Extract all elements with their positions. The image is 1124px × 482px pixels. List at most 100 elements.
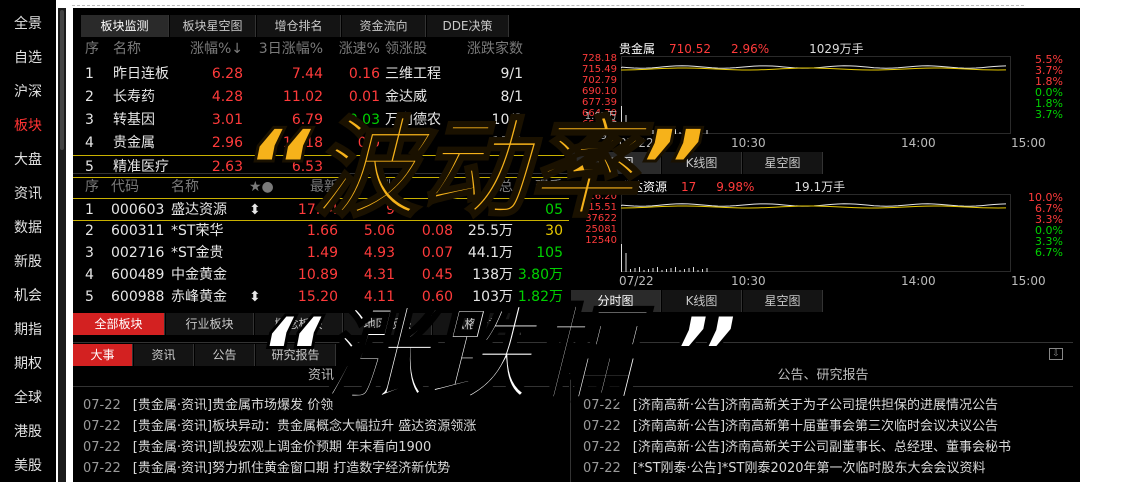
stock-header-cell[interactable]: ★● [249,176,279,199]
news-item[interactable]: 07-22 [贵金属·资讯]凯投宏观上调金价预期 年末看向1900 [83,438,565,458]
sector-header-cell[interactable]: 领涨股 [385,38,465,61]
expand-icon[interactable]: ⇩ [1049,348,1063,360]
tab-2[interactable]: 概念板块 [255,313,343,335]
tab-0[interactable]: 板块监测 [81,15,169,37]
tab-0[interactable]: 大事 [73,344,133,366]
sidebar-item[interactable]: 期权 [0,349,56,379]
stock-header-cell[interactable]: 总 [458,176,513,199]
sector-cell-speed: 0.01 [348,89,380,105]
tab-0[interactable]: 分时图 [571,290,661,312]
tab-3[interactable]: 资金流向 [342,15,426,37]
sector-header-cell[interactable]: 名称 [113,38,183,61]
tab-3[interactable]: 地区板块 [344,313,432,335]
sector-cell-updown: 10/2 [491,112,523,128]
y-label-left: 15.51 [588,202,617,213]
news-date: 07-22 [83,461,121,476]
sidebar-item[interactable]: 自选 [0,43,56,73]
sidebar-item[interactable]: 机会 [0,281,56,311]
volume-bar [702,131,703,134]
stock-header-cell[interactable] [403,176,453,199]
sector-row[interactable]: 3 转基因 3.01 6.79 -0.03 万向德农 10/2 [73,109,569,132]
volume-bar [675,267,676,272]
tab-1[interactable]: 板块星空图 [170,15,256,37]
tab-2[interactable]: 星空图 [743,290,823,312]
news-tab-strip: 大事 资讯 公告 研究报告 [73,344,1073,366]
stock-cell-speed: 0.45 [421,267,453,283]
stock-cell-speed: 0.60 [421,289,453,305]
tab-4[interactable]: 风格分类 [433,313,521,335]
sidebar-item[interactable]: 港股 [0,417,56,447]
stock-cell-vol: 19 [495,202,513,218]
stock-cell-hand: 30 [545,223,563,239]
stock-cell-price: 17.64 [297,202,338,218]
stock-row[interactable]: 4 600489 中金黄金 10.89 4.31 0.45 138万 3.80万 [73,264,569,287]
sidebar-item[interactable]: 沪深 [0,77,56,107]
sidebar-item[interactable]: 资讯 [0,179,56,209]
stock-cell-hand: 1.82万 [517,289,563,305]
volume-bar [670,130,672,134]
sidebar-item[interactable]: 数据 [0,213,56,243]
sector-cell-chg3: 6.79 [291,112,323,128]
sector-row[interactable]: 5 精准医疗 2.63 6.53 [73,155,569,178]
sector-cell-chg: 4.28 [211,89,243,105]
tab-0[interactable]: 分时图 [571,152,661,174]
x-label: 10:30 [731,274,766,288]
sector-header-cell[interactable]: 涨跌家数 [463,38,523,61]
stock-row[interactable]: 5 600988 赤峰黄金 ⬍ 15.20 4.11 0.60 103万 1.82万 [73,286,569,309]
tab-0[interactable]: 全部板块 [73,313,165,335]
tab-1[interactable]: 资讯 [134,344,194,366]
sidebar-item[interactable]: 全景 [0,9,56,39]
volume-bar [684,131,685,134]
sidebar-item[interactable]: 期指 [0,315,56,345]
news-item[interactable]: 07-22 [济南高新·公告]济南高新第十届董事会第三次临时会议决议公告 [583,417,1069,437]
sector-row[interactable]: 4 贵金属 2.96 10.18 0.0 15/0 [73,132,569,155]
stock-cell-flag: ⬍ [249,202,261,218]
volume-bar [675,129,676,134]
top-dashed-border [72,5,1024,6]
stock-cell-vol: 138万 [472,267,513,283]
stock-row[interactable]: 1 000603 盛达资源 ⬍ 17.64 9 19 05 [73,198,569,221]
sector-cell-no: 2 [85,89,94,105]
sector-header-cell[interactable]: 涨速% [335,38,380,61]
volume-bar [639,267,640,272]
stock-row[interactable]: 2 600311 *ST荣华 1.66 5.06 0.08 25.5万 30 [73,220,569,243]
sector-header-cell[interactable]: 3日涨幅% [258,38,323,61]
category-tab-strip: 全部板块 行业板块 概念板块 地区板块 风格分类 [73,313,569,335]
sidebar-item[interactable]: 大盘 [0,145,56,175]
stock-header-cell[interactable]: 现手 [513,176,563,199]
sidebar-item[interactable]: 板块 [0,111,56,141]
stock-header-cell[interactable]: 代码 [111,176,171,199]
stock-row[interactable]: 3 002716 *ST金贵 1.49 4.93 0.07 44.1万 105 [73,242,569,265]
tab-4[interactable]: DDE决策 [427,15,509,37]
stock-cell-name: *ST荣华 [171,223,224,239]
stock-header-cell[interactable]: 最新 [283,176,338,199]
sidebar-item[interactable]: 全球 [0,383,56,413]
news-item[interactable]: 07-22 [济南高新·公告]济南高新关于公司副董事长、总经理、董事会秘书 [583,438,1069,458]
stock-cell-no: 4 [85,267,94,283]
left-nav-scroll-thumb[interactable] [60,10,64,150]
news-item[interactable]: 07-22 [贵金属·资讯]板块异动：贵金属概念大幅拉升 盛达资源领涨 [83,417,565,437]
news-item[interactable]: 07-22 [贵金属·资讯]贵金属市场爆发 价领 [83,396,565,416]
sector-row[interactable]: 1 昨日连板 6.28 7.44 0.16 三维工程 9/1 [73,63,569,86]
tab-2[interactable]: 公告 [195,344,255,366]
stock-header-cell[interactable]: 序 [85,176,105,199]
tab-1[interactable]: 行业板块 [166,313,254,335]
sector-header-cell[interactable]: 涨幅%↓ [183,38,243,61]
volume-bar [657,129,658,134]
news-item[interactable]: 07-22 [贵金属·资讯]努力抓住黄金窗口期 打造数字经济新优势 [83,459,565,479]
stock-header-cell[interactable]: 名称 [171,176,246,199]
tab-1[interactable]: K线图 [662,152,742,174]
tab-1[interactable]: K线图 [662,290,742,312]
news-item[interactable]: 07-22 [济南高新·公告]济南高新关于为子公司提供担保的进展情况公告 [583,396,1069,416]
sidebar-item[interactable]: 美股 [0,451,56,481]
tab-2[interactable]: 增仓排名 [257,15,341,37]
sector-row[interactable]: 2 长寿药 4.28 11.02 0.01 金达威 8/1 [73,86,569,109]
stock-header-cell[interactable]: 涨 [345,176,395,199]
sector-header-cell[interactable]: 序 [85,38,105,61]
sidebar-item[interactable]: 新股 [0,247,56,277]
chart2-tab-strip: 分时图 K线图 星空图 [571,290,871,312]
tab-2[interactable]: 星空图 [743,152,823,174]
stock-cell-no: 3 [85,245,94,261]
news-item[interactable]: 07-22 [*ST刚泰·公告]*ST刚泰2020年第一次临时股东大会会议资料 [583,459,1069,479]
tab-3[interactable]: 研究报告 [256,344,336,366]
